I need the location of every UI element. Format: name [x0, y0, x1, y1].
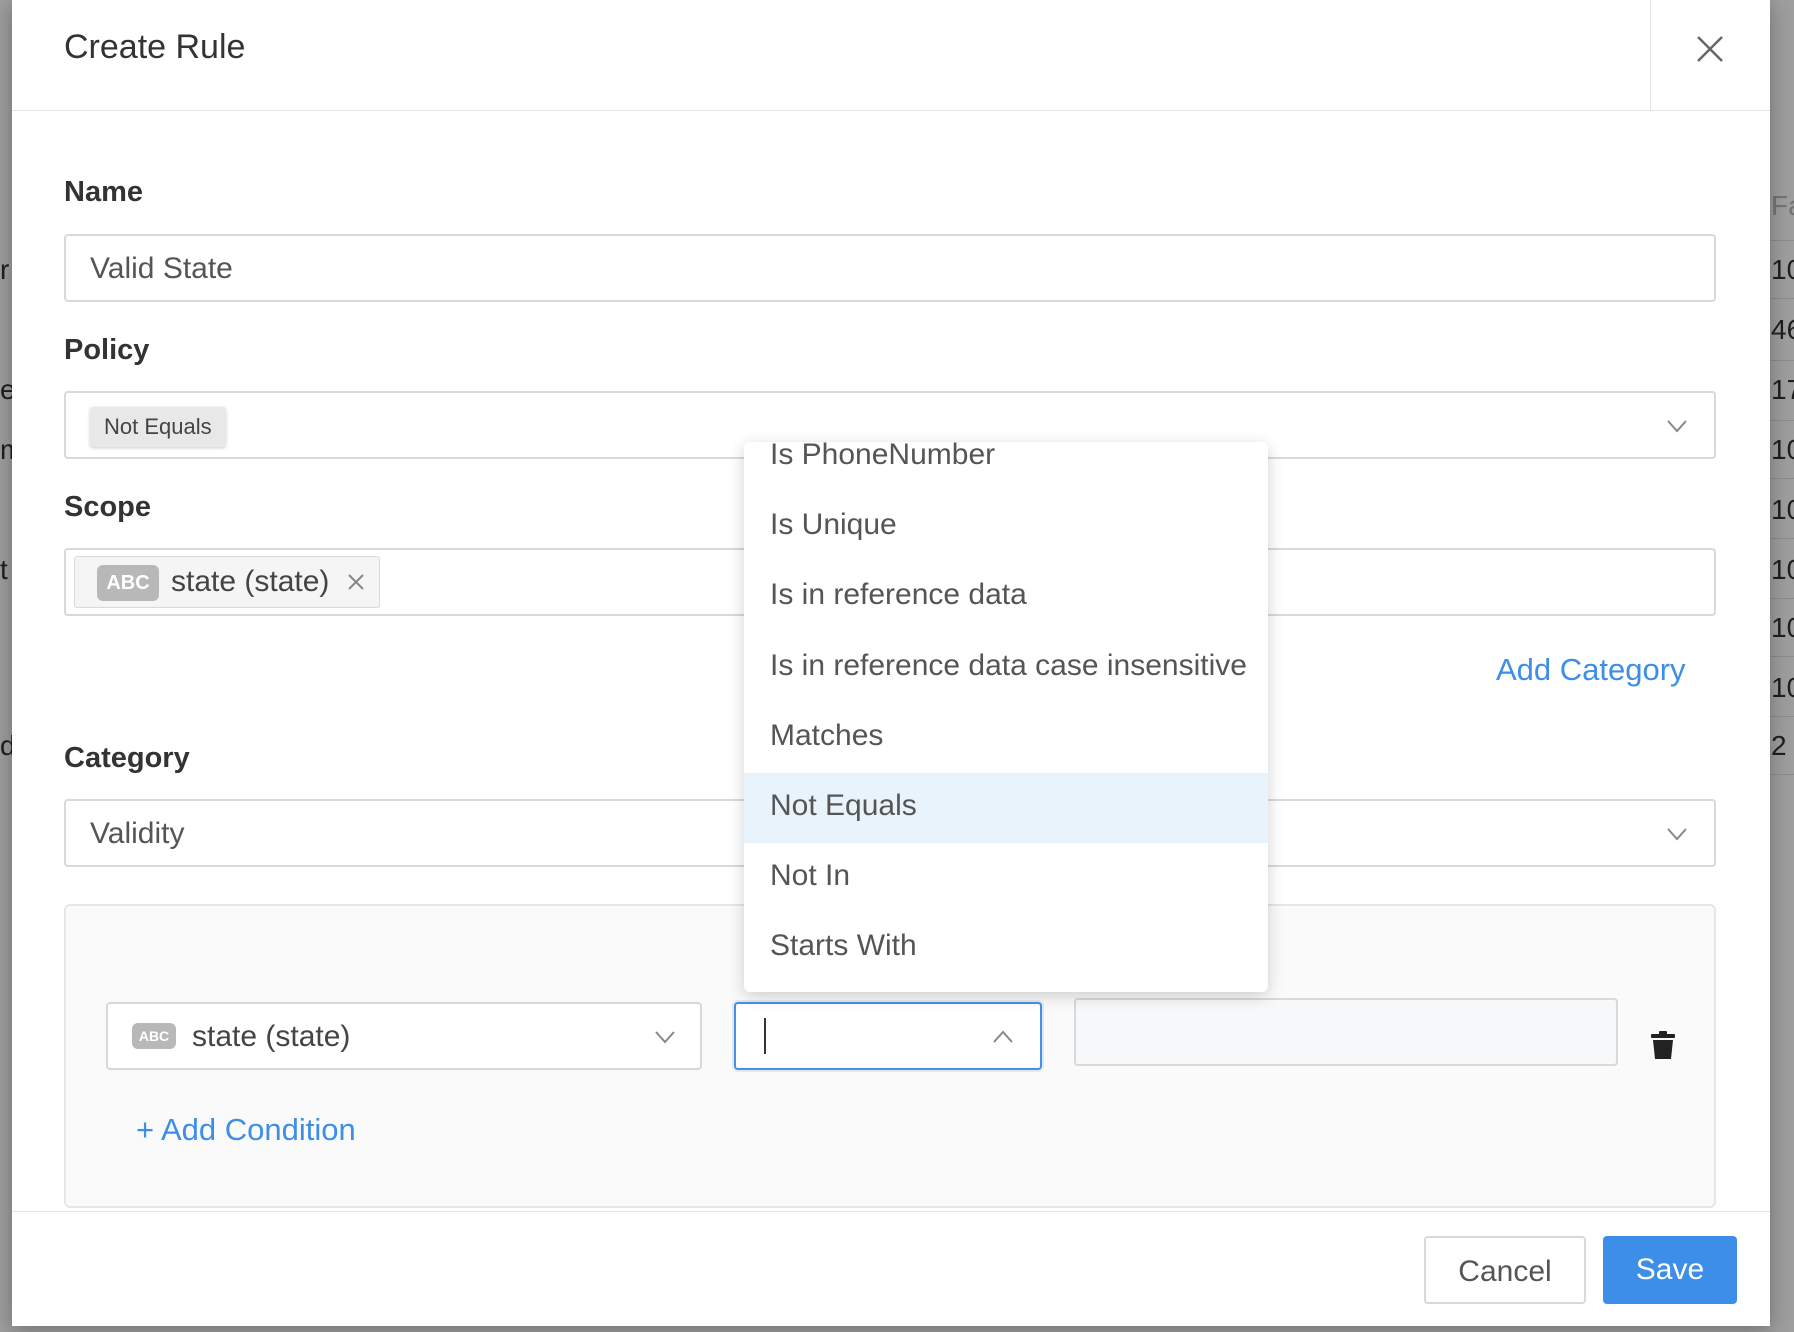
scope-chip: ABC state (state) — [74, 556, 380, 608]
scope-label: Scope — [64, 491, 152, 523]
category-label: Category — [64, 742, 190, 774]
scope-chip-label: state (state) — [171, 565, 330, 598]
trash-icon[interactable] — [1650, 1030, 1676, 1060]
dropdown-option[interactable]: Is PhoneNumber — [744, 442, 1268, 492]
operator-dropdown-menu: Is PhoneNumber Is Unique Is in reference… — [744, 442, 1268, 992]
dropdown-option-label: Is in reference data case insensitive — [770, 649, 1247, 682]
dropdown-option-label: Is in reference data — [770, 578, 1027, 611]
text-caret — [764, 1018, 766, 1054]
condition-column-select[interactable]: ABC state (state) — [106, 1002, 702, 1070]
dropdown-option-label: Matches — [770, 719, 884, 752]
dropdown-option-label: Is PhoneNumber — [770, 442, 996, 471]
dropdown-option-label: Not In — [770, 859, 851, 892]
name-input-value: Valid State — [90, 252, 233, 285]
create-rule-modal: Create Rule Name Valid State Policy Not … — [12, 0, 1770, 1326]
dropdown-option[interactable]: Matches — [744, 703, 1268, 773]
dropdown-option-label: Starts With — [770, 929, 917, 962]
type-badge: ABC — [97, 565, 159, 601]
policy-selected-tag: Not Equals — [90, 407, 226, 447]
close-icon[interactable] — [1695, 34, 1725, 64]
modal-title: Create Rule — [64, 28, 246, 66]
name-label: Name — [64, 176, 143, 208]
chevron-down-icon[interactable] — [654, 1026, 676, 1048]
condition-operator-select[interactable] — [734, 1002, 1042, 1070]
dropdown-option[interactable]: Is in reference data — [744, 562, 1268, 632]
dropdown-option[interactable]: Is in reference data case insensitive — [744, 633, 1268, 703]
dropdown-option[interactable]: Starts With — [744, 913, 1268, 983]
dropdown-option-label: Not Equals — [770, 789, 917, 822]
dropdown-option[interactable]: Not In — [744, 843, 1268, 913]
category-select-value: Validity — [90, 817, 185, 850]
modal-footer: Cancel Save — [12, 1211, 1770, 1327]
remove-chip-icon[interactable] — [347, 573, 365, 591]
add-category-link[interactable]: Add Category — [1496, 652, 1686, 688]
policy-label: Policy — [64, 334, 150, 366]
condition-column-value: state (state) — [192, 1020, 351, 1053]
close-button[interactable] — [1650, 0, 1771, 110]
add-condition-link[interactable]: + Add Condition — [136, 1112, 356, 1148]
dropdown-option-label: Is Unique — [770, 508, 897, 541]
cancel-button[interactable]: Cancel — [1424, 1236, 1586, 1304]
save-button[interactable]: Save — [1603, 1236, 1737, 1304]
condition-value-input[interactable] — [1074, 998, 1618, 1066]
type-badge: ABC — [132, 1023, 176, 1049]
modal-header: Create Rule — [12, 0, 1770, 111]
dropdown-option-selected[interactable]: Not Equals — [744, 773, 1268, 843]
chevron-down-icon[interactable] — [1666, 823, 1688, 845]
chevron-down-icon[interactable] — [1666, 415, 1688, 437]
name-input[interactable]: Valid State — [64, 234, 1716, 302]
chevron-up-icon[interactable] — [992, 1026, 1014, 1048]
dropdown-option[interactable]: Is Unique — [744, 492, 1268, 562]
